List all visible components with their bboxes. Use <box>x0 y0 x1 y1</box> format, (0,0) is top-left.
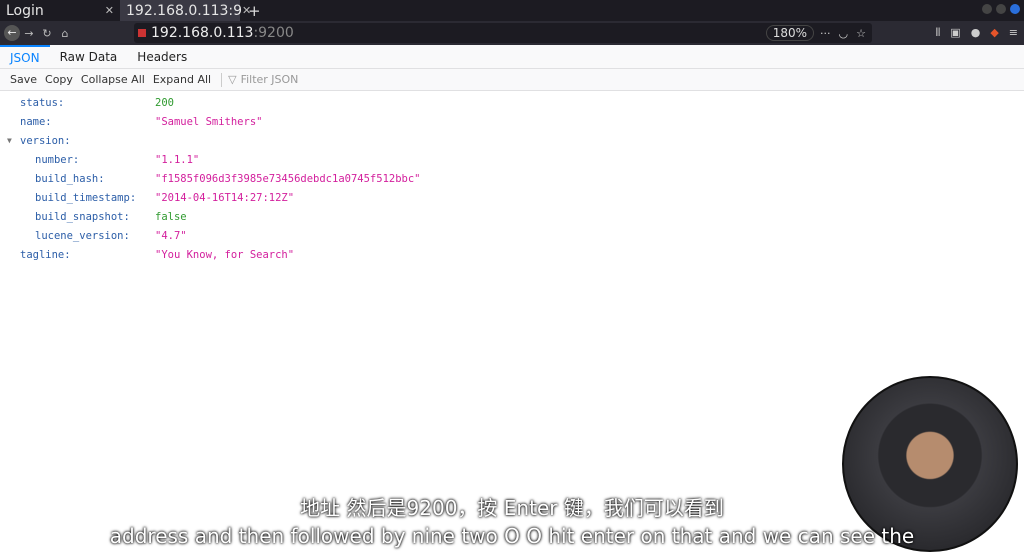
json-value: "1.1.1" <box>155 153 200 166</box>
expand-triangle-icon[interactable]: ▼ <box>7 136 12 145</box>
bookmark-star-icon[interactable]: ☆ <box>856 27 866 40</box>
json-key: build_snapshot: <box>35 210 130 223</box>
close-window-button[interactable] <box>1010 4 1020 14</box>
tab-raw-data[interactable]: Raw Data <box>50 45 128 69</box>
tab-label: Login <box>6 2 44 19</box>
filter-input[interactable]: ▽ Filter JSON <box>228 73 298 86</box>
url-port: :9200 <box>253 25 294 41</box>
json-tree: status: 200 name: "Samuel Smithers" ▼ versi… <box>0 93 421 264</box>
tab-bar: Login ✕ 192.168.0.113:9 ✕ + <box>0 0 1024 21</box>
pocket-icon[interactable]: ◡ <box>839 27 849 40</box>
close-icon[interactable]: ✕ <box>105 4 114 17</box>
json-key: lucene_version: <box>35 229 130 242</box>
json-value: "You Know, for Search" <box>155 248 295 261</box>
account-icon[interactable]: ● <box>971 26 981 40</box>
tab-active[interactable]: 192.168.0.113:9 ✕ <box>120 0 251 21</box>
json-key: status: <box>20 96 65 109</box>
maximize-button[interactable] <box>996 4 1006 14</box>
json-toolbar: Save Copy Collapse All Expand All ▽ Filte… <box>0 69 1024 91</box>
json-row-build-timestamp: build_timestamp: "2014-04-16T14:27:12Z" <box>0 188 421 207</box>
json-value: 200 <box>155 96 174 109</box>
filter-icon: ▽ <box>228 73 237 86</box>
json-row-build-hash: build_hash: "f1585f096d3f3985e73456debdc1… <box>0 169 421 188</box>
json-key: build_hash: <box>35 172 105 185</box>
library-icon[interactable]: ⫴ <box>936 26 941 40</box>
sidebar-icon[interactable]: ▣ <box>950 26 960 40</box>
json-value: "f1585f096d3f3985e73456debdc1a0745f512bb… <box>155 172 421 185</box>
expand-all-button[interactable]: Expand All <box>149 73 215 86</box>
json-value: false <box>155 210 187 223</box>
json-row-version[interactable]: ▼ version: <box>0 131 421 150</box>
nav-bar: ← → ↻ ⌂ 192.168.0.113:9200 180% ··· ◡ ☆ ⫴ ▣… <box>0 21 1024 45</box>
json-key: version: <box>20 134 71 147</box>
json-value: "2014-04-16T14:27:12Z" <box>155 191 295 204</box>
save-button[interactable]: Save <box>6 73 41 86</box>
back-button[interactable]: ← <box>4 25 20 41</box>
subtitle-chinese: 地址 然后是9200，按 Enter 键，我们可以看到 <box>300 496 724 520</box>
viewer-tabs: JSON Raw Data Headers <box>0 44 1024 69</box>
json-key: build_timestamp: <box>35 191 137 204</box>
more-icon[interactable]: ··· <box>820 27 831 40</box>
json-row-status: status: 200 <box>0 93 421 112</box>
new-tab-button[interactable]: + <box>248 2 261 20</box>
minimize-button[interactable] <box>982 4 992 14</box>
url-bar[interactable]: 192.168.0.113:9200 180% ··· ◡ ☆ <box>134 23 872 43</box>
json-key: number: <box>35 153 80 166</box>
divider <box>221 72 223 87</box>
json-row-lucene-version: lucene_version: "4.7" <box>0 226 421 245</box>
tab-json[interactable]: JSON <box>0 44 50 69</box>
json-value: "4.7" <box>155 229 187 242</box>
json-value: "Samuel Smithers" <box>155 115 263 128</box>
url-host: 192.168.0.113 <box>151 25 254 41</box>
copy-button[interactable]: Copy <box>41 73 77 86</box>
json-row-tagline: tagline: "You Know, for Search" <box>0 245 421 264</box>
json-row-number: number: "1.1.1" <box>0 150 421 169</box>
json-key: tagline: <box>20 248 71 261</box>
tab-headers[interactable]: Headers <box>127 45 197 69</box>
zoom-level[interactable]: 180% <box>765 25 814 41</box>
insecure-lock-icon <box>138 29 146 37</box>
json-key: name: <box>20 115 52 128</box>
json-row-name: name: "Samuel Smithers" <box>0 112 421 131</box>
subtitle-english: address and then followed by nine two O … <box>109 524 915 548</box>
tab-login[interactable]: Login ✕ <box>0 0 120 21</box>
tab-label: 192.168.0.113:9 <box>126 2 243 19</box>
menu-icon[interactable]: ≡ <box>1009 26 1018 40</box>
json-row-build-snapshot: build_snapshot: false <box>0 207 421 226</box>
reload-button[interactable]: ↻ <box>38 27 56 40</box>
forward-button[interactable]: → <box>20 27 38 40</box>
filter-placeholder: Filter JSON <box>240 73 299 86</box>
home-button[interactable]: ⌂ <box>56 27 74 40</box>
extension-icon[interactable]: ◆ <box>990 26 998 40</box>
collapse-all-button[interactable]: Collapse All <box>77 73 149 86</box>
